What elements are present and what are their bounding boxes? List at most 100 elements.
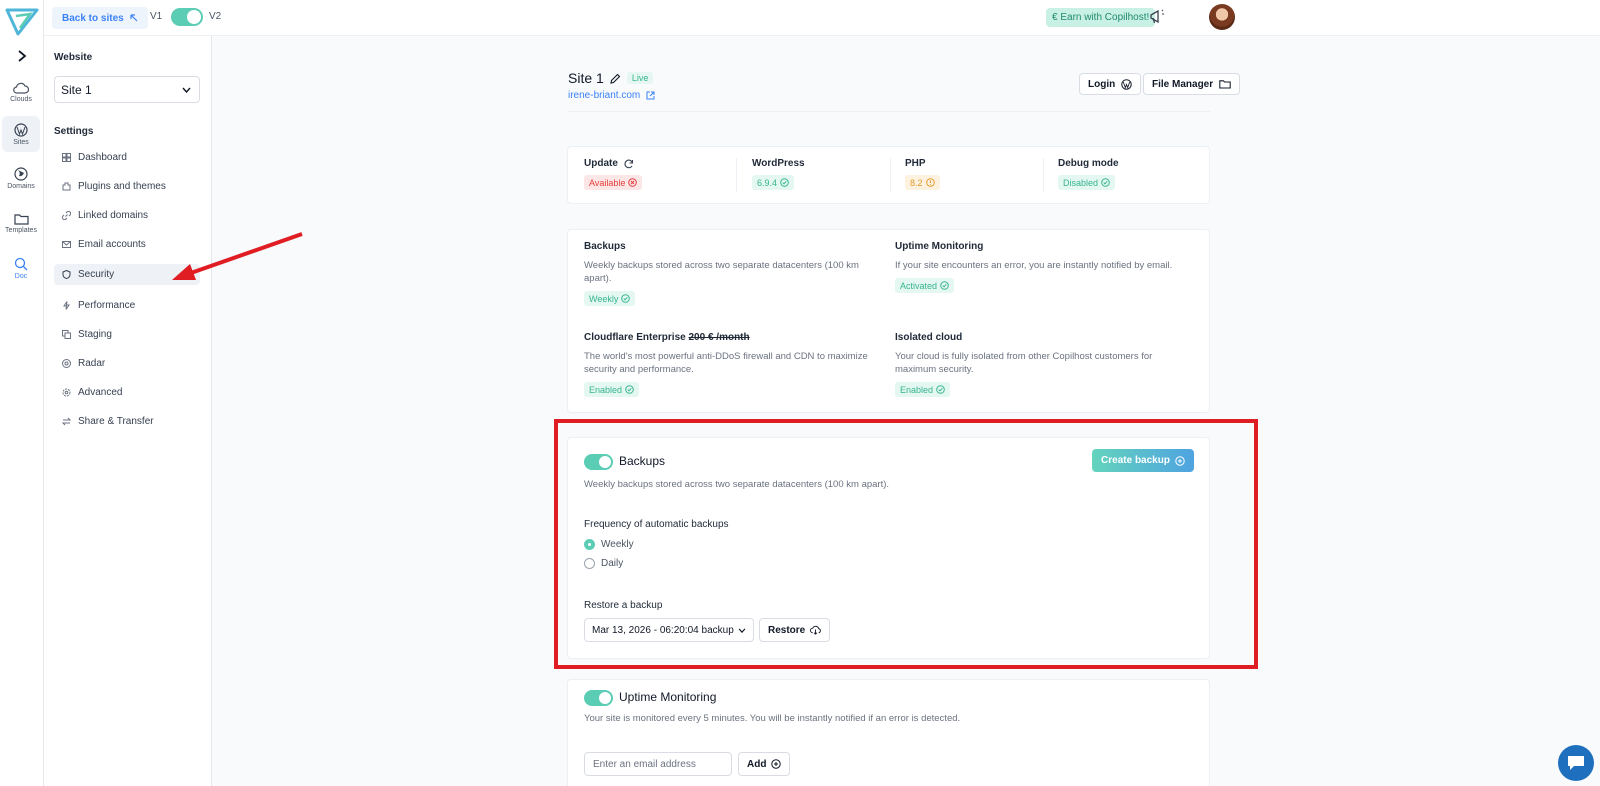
feature-badge-label: Weekly [589, 293, 619, 304]
megaphone-icon[interactable] [1148, 8, 1168, 26]
chat-icon [1568, 756, 1584, 770]
create-backup-button[interactable]: Create backup [1092, 449, 1194, 472]
cloud-download-icon [810, 625, 822, 635]
cloudflare-price: 200 € /month [688, 332, 750, 343]
rail-item-sites[interactable]: Sites [2, 116, 40, 152]
sidebar-item-performance[interactable]: Performance [54, 295, 200, 316]
feature-title: Isolated cloud [895, 332, 963, 343]
php-title: PHP [905, 158, 926, 169]
cloud-icon [13, 82, 29, 94]
wordpress-version-badge: 6.9.4 [752, 175, 795, 190]
radio-dot [584, 558, 595, 569]
restore-button[interactable]: Restore [759, 618, 831, 642]
refresh-icon[interactable] [624, 159, 634, 169]
rail-item-domains[interactable]: Domains [2, 160, 40, 196]
icon-rail: Clouds Sites Domains Templates Doc [0, 0, 44, 786]
site-select[interactable]: Site 1 [54, 76, 200, 103]
debug-title: Debug mode [1058, 158, 1119, 169]
sidebar-item-label: Email accounts [78, 239, 146, 250]
sidebar-item-share-transfer[interactable]: Share & Transfer [54, 411, 200, 432]
check-circle-icon [936, 385, 945, 394]
version-toggle[interactable] [171, 8, 203, 26]
update-stat: Update Available [584, 158, 643, 190]
rail-item-clouds[interactable]: Clouds [2, 74, 40, 110]
chevron-right-icon [18, 50, 27, 62]
debug-value: Disabled [1063, 177, 1099, 188]
x-circle-icon [628, 178, 638, 187]
radio-weekly[interactable]: Weekly [584, 539, 634, 550]
sidebar-item-label: Radar [78, 358, 106, 369]
wordpress-icon [14, 122, 28, 137]
copilhost-logo[interactable] [4, 4, 40, 38]
add-email-button[interactable]: Add [738, 752, 791, 776]
sidebar-item-dashboard[interactable]: Dashboard [54, 147, 200, 168]
wordpress-value: 6.9.4 [757, 177, 778, 188]
frequency-label: Frequency of automatic backups [584, 519, 729, 530]
uptime-section: Uptime Monitoring Your site is monitored… [567, 679, 1210, 786]
settings-sidebar: Website Site 1 Settings Dashboard Plugin… [44, 36, 212, 786]
feature-desc: Weekly backups stored across two separat… [584, 260, 859, 284]
backups-title: Backups [619, 454, 666, 468]
security-features-card: Backups Weekly backups stored across two… [567, 229, 1210, 413]
feature-badge-label: Activated [900, 280, 938, 291]
chevron-down-icon [738, 627, 746, 633]
sidebar-item-staging[interactable]: Staging [54, 324, 200, 345]
shield-icon [62, 270, 71, 279]
sidebar-item-advanced[interactable]: Advanced [54, 382, 200, 403]
site-select-value: Site 1 [61, 82, 92, 97]
feature-title: Backups [584, 241, 626, 252]
check-circle-icon [625, 385, 634, 394]
radio-label: Weekly [601, 539, 634, 550]
sidebar-item-radar[interactable]: Radar [54, 353, 200, 374]
dashboard-icon [62, 153, 71, 162]
status-badge: Live [626, 72, 654, 84]
rail-item-doc[interactable]: Doc [2, 250, 40, 286]
backups-toggle[interactable] [584, 454, 613, 470]
wordpress-icon [1121, 78, 1132, 90]
site-name: Site 1 [568, 70, 604, 86]
status-card: Update Available WordPress 6.9.4 PHP 8.2… [567, 146, 1210, 204]
uptime-toggle[interactable] [584, 690, 613, 706]
radio-dot [584, 539, 595, 550]
chat-button[interactable] [1558, 745, 1594, 781]
radio-label: Daily [601, 558, 624, 569]
feature-badge-label: Enabled [900, 384, 934, 395]
uptime-desc: Your site is monitored every 5 minutes. … [584, 713, 961, 724]
v1-label: V1 [150, 11, 163, 22]
rail-label: Sites [13, 138, 29, 146]
radar-icon [62, 359, 71, 368]
expand-rail-button[interactable] [12, 46, 32, 66]
php-value: 8.2 [910, 177, 923, 188]
feature-badge: Activated [895, 278, 955, 293]
external-link-icon [646, 91, 655, 100]
settings-heading: Settings [54, 126, 94, 137]
pencil-icon[interactable] [610, 73, 621, 84]
avatar[interactable] [1209, 4, 1235, 30]
earn-button[interactable]: € Earn with Copilhost! [1046, 8, 1156, 27]
sidebar-item-linked-domains[interactable]: Linked domains [54, 205, 200, 226]
email-input[interactable]: Enter an email address [584, 752, 732, 776]
file-manager-button[interactable]: File Manager [1143, 73, 1241, 95]
sidebar-item-label: Advanced [78, 387, 123, 398]
copy-icon [62, 330, 71, 339]
rail-label: Templates [5, 226, 37, 234]
rail-item-templates[interactable]: Templates [2, 205, 40, 241]
feature-badge: Enabled [895, 382, 951, 397]
cloudflare-title: Cloudflare Enterprise [584, 332, 686, 343]
search-icon [14, 257, 28, 270]
sidebar-item-label: Linked domains [78, 210, 149, 221]
update-available-badge[interactable]: Available [584, 175, 643, 190]
back-to-sites-label: Back to sites [62, 12, 124, 24]
rail-label: Clouds [10, 95, 32, 103]
restore-button-label: Restore [768, 624, 806, 636]
debug-status-badge: Disabled [1058, 175, 1116, 190]
back-to-sites-button[interactable]: Back to sites [52, 7, 148, 29]
top-bar: Back to sites V1 V2 € Earn with Copilhos… [44, 0, 1600, 36]
login-button[interactable]: Login [1079, 73, 1142, 95]
folder-icon [1219, 80, 1231, 89]
restore-backup-select[interactable]: Mar 13, 2026 - 06:20:04 backup [584, 618, 754, 642]
sidebar-item-plugins[interactable]: Plugins and themes [54, 176, 200, 197]
site-url-link[interactable]: irene-briant.com [568, 90, 655, 101]
plus-circle-icon [771, 759, 782, 769]
radio-daily[interactable]: Daily [584, 558, 623, 569]
